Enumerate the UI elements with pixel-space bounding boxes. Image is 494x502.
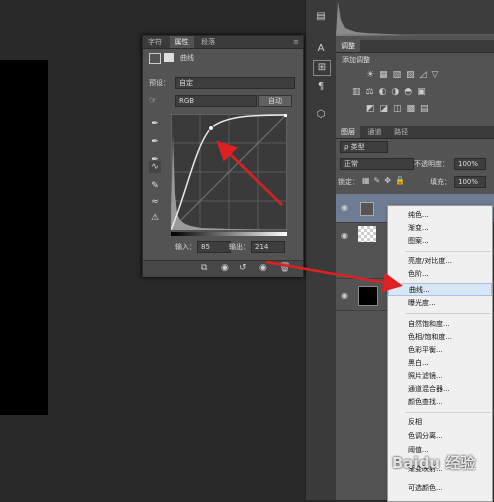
eyedropper-black-icon[interactable]: ✒ — [149, 118, 161, 130]
input-value-field[interactable]: 85 — [197, 241, 231, 253]
output-value-field[interactable]: 214 — [251, 241, 285, 253]
pencil-tool-icon[interactable]: ✎ — [149, 180, 161, 192]
preset-select[interactable]: 自定 — [175, 77, 295, 89]
layer-thumbnail — [358, 226, 376, 242]
histogram-graph — [336, 2, 494, 36]
curve-control-point[interactable] — [208, 125, 214, 131]
properties-panel: 字符 属性 段落 ≡ 曲线 预设： 自定 ☞ RGB 自动 ✒ ✒ ✒ ∿ ✎ … — [142, 35, 304, 277]
tab-layers[interactable]: 图层 — [336, 126, 360, 138]
adjustment-icons-row-3[interactable]: ◩◪◫▩▤ — [366, 104, 486, 114]
panel-title: 曲线 — [180, 54, 194, 62]
layers-tabbar: 图层 通道 路径 — [336, 126, 494, 139]
reset-icon[interactable]: ↺ — [239, 263, 247, 273]
visibility-eye-icon[interactable]: ◉ — [341, 291, 351, 301]
menu-item-vibrance[interactable]: 自然饱和度... — [388, 318, 492, 331]
opacity-input[interactable]: 100% — [454, 158, 486, 170]
channel-select[interactable]: RGB — [175, 95, 257, 107]
fill-label: 填充： — [430, 178, 451, 186]
menu-item-posterize[interactable]: 色调分离... — [388, 430, 492, 443]
input-label: 输入： — [175, 243, 196, 251]
background-thumbnail — [358, 286, 378, 306]
menu-item-gradient[interactable]: 渐变... — [388, 222, 492, 235]
layer-filter-select[interactable]: ρ 类型 — [340, 141, 388, 153]
tab-character[interactable]: 字符 — [143, 36, 167, 48]
tab-paragraph[interactable]: 段落 — [196, 36, 220, 48]
clipping-warning-icon[interactable]: ⚠ — [149, 212, 161, 224]
adjustment-layer-icon — [360, 202, 374, 216]
opacity-label: 不透明度： — [414, 160, 449, 168]
menu-item-channel-mixer[interactable]: 通道混合器... — [388, 383, 492, 396]
curve-point-tool-icon[interactable]: ∿ — [149, 161, 161, 173]
menu-item-selective-color[interactable]: 可选颜色... — [388, 482, 492, 495]
adjustments-title: 添加调整 — [342, 56, 370, 64]
menu-item-invert[interactable]: 反相 — [388, 416, 492, 429]
menu-item-color-balance[interactable]: 色彩平衡... — [388, 344, 492, 357]
menu-item-levels[interactable]: 色阶... — [388, 268, 492, 281]
menu-separator — [406, 412, 490, 413]
curve-endpoint[interactable] — [284, 114, 287, 117]
adjustment-icons-row-1[interactable]: ☀▦▧▨◿▽ — [366, 70, 476, 80]
visibility-eye-icon[interactable]: ◉ — [341, 231, 351, 241]
properties-tabbar: 字符 属性 段落 ≡ — [143, 36, 303, 49]
adjustments-panel: 调整 添加调整 ☀▦▧▨◿▽ ▥⚖◐◑◓▣ ◩◪◫▩▤ — [336, 40, 494, 122]
smooth-icon[interactable]: ≈ — [149, 196, 161, 208]
document-image[interactable] — [0, 60, 48, 415]
menu-separator — [406, 313, 490, 314]
curves-graph[interactable] — [171, 114, 287, 230]
mask-icon[interactable] — [164, 53, 174, 62]
menu-item-exposure[interactable]: 曝光度... — [388, 297, 492, 310]
menu-item-photo-filter[interactable]: 照片滤镜... — [388, 370, 492, 383]
auto-button[interactable]: 自动 — [258, 95, 292, 107]
eyedropper-gray-icon[interactable]: ✒ — [149, 136, 161, 148]
visibility-eye-icon[interactable]: ◉ — [341, 203, 351, 213]
character-icon[interactable]: A — [313, 42, 329, 56]
menu-item-black-white[interactable]: 黑白... — [388, 357, 492, 370]
fill-input[interactable]: 100% — [454, 176, 486, 188]
baidu-watermark: Baidu 经验 — [392, 454, 476, 472]
menu-item-solid-color[interactable]: 纯色... — [388, 209, 492, 222]
view-previous-icon[interactable]: ◉ — [221, 263, 229, 273]
paragraph-icon[interactable]: ¶ — [313, 80, 329, 94]
curves-adjust-icon — [149, 53, 161, 64]
panel-menu-icon[interactable]: ≡ — [293, 36, 299, 48]
tab-channels[interactable]: 通道 — [363, 126, 387, 138]
lock-label: 锁定： — [338, 178, 359, 186]
histogram-panel — [336, 0, 494, 36]
3d-icon[interactable]: ⬡ — [313, 108, 329, 122]
tab-properties[interactable]: 属性 — [169, 36, 194, 48]
output-label: 输出： — [229, 243, 250, 251]
histogram-icon[interactable]: ▤ — [313, 10, 329, 24]
tab-paths[interactable]: 路径 — [389, 126, 413, 138]
menu-item-brightness-contrast[interactable]: 亮度/对比度... — [388, 255, 492, 268]
menu-item-color-lookup[interactable]: 颜色查找... — [388, 396, 492, 409]
target-adjust-icon[interactable]: ☞ — [149, 96, 157, 106]
menu-item-hue-saturation[interactable]: 色相/饱和度... — [388, 331, 492, 344]
menu-separator — [406, 251, 490, 252]
lock-icons[interactable]: ▦✎✥🔒 — [362, 176, 409, 185]
adjustments-tabbar: 调整 — [336, 40, 494, 53]
input-gradient-bar — [171, 232, 287, 236]
panel-icon-strip: ▤ A ⊞ ¶ ⬡ — [305, 0, 336, 500]
delete-icon[interactable]: 🗑 — [279, 263, 290, 273]
blend-mode-select[interactable]: 正常 — [340, 158, 414, 170]
properties-footer: ⧉ ◉ ↺ ◉ 🗑 — [143, 260, 303, 277]
preset-label: 预设： — [149, 79, 170, 87]
menu-item-pattern[interactable]: 图案... — [388, 235, 492, 248]
adjustments-panel-icon[interactable]: ⊞ — [313, 60, 331, 76]
tab-adjustments[interactable]: 调整 — [336, 40, 360, 52]
menu-item-curves[interactable]: 曲线... — [388, 283, 492, 296]
clip-to-layer-icon[interactable]: ⧉ — [201, 263, 207, 273]
visibility-icon[interactable]: ◉ — [259, 263, 267, 273]
adjustment-icons-row-2[interactable]: ▥⚖◐◑◓▣ — [352, 87, 482, 97]
